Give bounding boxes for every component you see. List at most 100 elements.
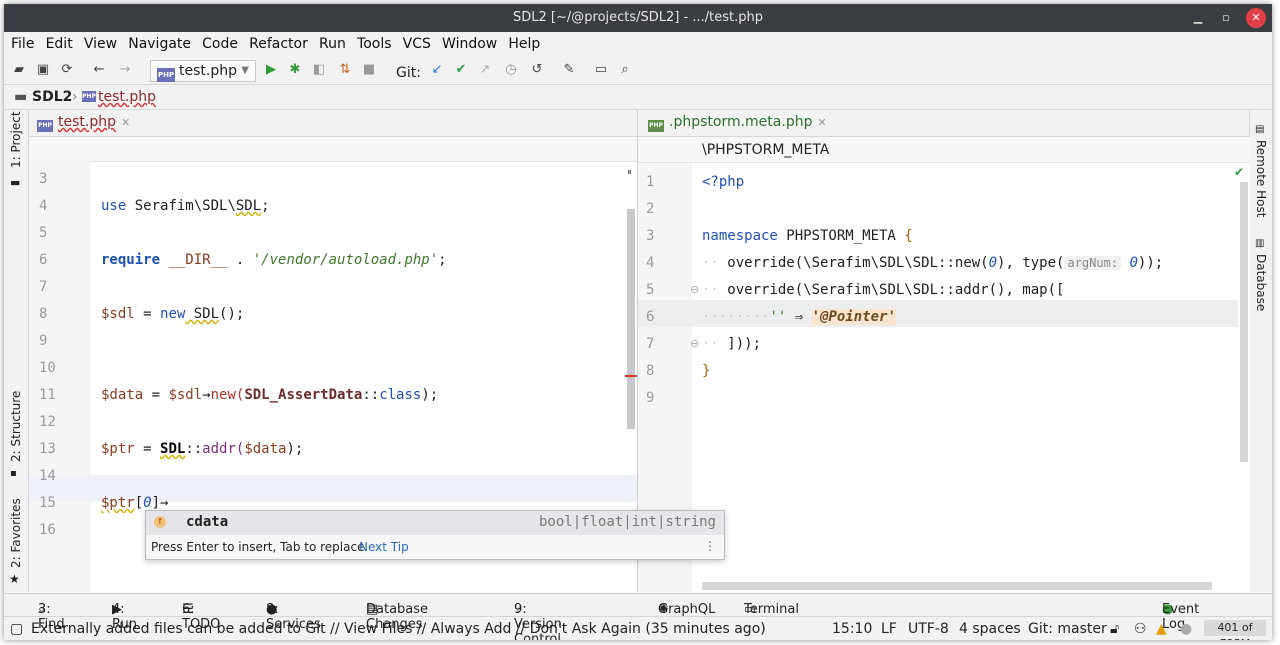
- scrollbar-thumb[interactable]: [1240, 182, 1248, 462]
- menu-edit[interactable]: Edit: [46, 36, 73, 52]
- fold-icon[interactable]: ⊖: [690, 283, 699, 296]
- remote-host-icon: ▤: [1255, 124, 1265, 135]
- git-commit-icon[interactable]: ✔: [452, 61, 470, 79]
- forward-icon[interactable]: →: [116, 61, 134, 79]
- settings-wrench-icon[interactable]: ✎: [560, 61, 578, 79]
- chevron-down-icon: ▼: [241, 65, 249, 76]
- close-icon[interactable]: ✕: [1246, 8, 1266, 28]
- menu-window[interactable]: Window: [442, 36, 497, 52]
- code-line-13: $ptr = SDL::addr($data);: [101, 441, 304, 457]
- tab-test-php[interactable]: PHP test.php ✕: [37, 114, 130, 132]
- caret-position[interactable]: 15:10: [832, 621, 872, 637]
- more-options-icon[interactable]: ⋮: [704, 539, 716, 553]
- chevron-right-icon: ›: [72, 89, 78, 105]
- pause-icon: ⏸: [627, 167, 632, 178]
- fold-icon[interactable]: ⊖: [690, 337, 699, 350]
- completion-footer: Press Enter to insert, Tab to replace: [151, 540, 365, 554]
- history-icon[interactable]: ◷: [502, 61, 520, 79]
- breadcrumb-file[interactable]: test.php: [98, 89, 156, 105]
- status-message[interactable]: Externally added files can be added to G…: [31, 621, 766, 637]
- menu-view[interactable]: View: [84, 36, 117, 52]
- line-separator[interactable]: LF: [881, 621, 897, 637]
- main-toolbar: ▰ ▣ ⟳ ← → PHP test.php ▼ ▶ ✱ ◧ ⇅ ■ Git: ↙ …: [4, 56, 1272, 85]
- menu-code[interactable]: Code: [202, 36, 238, 52]
- notification-icon[interactable]: ▲: [1156, 621, 1167, 637]
- menu-tools[interactable]: Tools: [357, 36, 392, 52]
- line-number: 16: [39, 522, 56, 538]
- tab-label: test.php: [58, 114, 116, 130]
- close-tab-icon[interactable]: ✕: [121, 116, 130, 129]
- project-tool-button[interactable]: 1: Project: [9, 111, 23, 168]
- terminal-window-icon[interactable]: ▭: [592, 61, 610, 79]
- line-number: 9: [646, 390, 655, 406]
- php-file-icon: PHP: [157, 68, 175, 82]
- run-config-select[interactable]: PHP test.php ▼: [150, 60, 256, 82]
- minimize-icon[interactable]: ▁: [1188, 8, 1208, 28]
- status-bar: ▢ Externally added files can be added to…: [4, 616, 1272, 640]
- bottom-tool-bar: ⌕ 3: Find ▶ 4: Run ☰ 6: TODO ● 8: Servic…: [4, 593, 1272, 640]
- line-number: 4: [39, 198, 48, 214]
- left-tool-strip: 1: Project ▬ 2: Structure ▪ 2: Favorites…: [4, 110, 29, 592]
- status-panel-icon[interactable]: ▢: [10, 621, 23, 637]
- next-tip-link[interactable]: Next Tip: [359, 540, 409, 554]
- namespace-breadcrumb[interactable]: \PHPSTORM_META: [702, 142, 829, 158]
- menu-vcs[interactable]: VCS: [403, 36, 431, 52]
- line-number: 6: [39, 252, 48, 268]
- stop-icon[interactable]: ■: [360, 61, 378, 79]
- menu-navigate[interactable]: Navigate: [128, 36, 191, 52]
- breadcrumb: ▬ SDL2 › PHP test.php: [4, 85, 1272, 110]
- favorites-tool-button[interactable]: 2: Favorites: [9, 498, 23, 568]
- indent-setting[interactable]: 4 spaces: [959, 621, 1021, 637]
- breadcrumb-project[interactable]: SDL2: [32, 89, 72, 105]
- line-number: 13: [39, 441, 56, 457]
- rollback-icon[interactable]: ↺: [528, 61, 546, 79]
- ide-window: SDL2 [~/@projects/SDL2] - .../test.php ▁…: [4, 4, 1272, 640]
- line-number: 8: [646, 363, 655, 379]
- line-number: 12: [39, 414, 56, 430]
- code-line-5: ·· override(\Serafim\SDL\SDL::addr(), ma…: [702, 282, 1065, 298]
- folder-icon: ▬: [14, 89, 28, 105]
- scrollbar-thumb[interactable]: [627, 209, 635, 429]
- sync-icon[interactable]: ⟳: [58, 61, 76, 79]
- database-icon: ▥: [1255, 238, 1265, 249]
- lock-icon[interactable]: 🔓︎: [1110, 621, 1119, 637]
- menu-run[interactable]: Run: [319, 36, 346, 52]
- menu-file[interactable]: File: [11, 36, 34, 52]
- remote-host-tool-button[interactable]: Remote Host: [1254, 140, 1268, 217]
- code-line-11: $data = $sdl→new(SDL_AssertData::class);: [101, 387, 439, 403]
- code-line-6: require __DIR__ . '/vendor/autoload.php'…: [101, 252, 447, 268]
- close-tab-icon[interactable]: ✕: [817, 116, 826, 129]
- editor-breadcrumb-area: \PHPSTORM_META: [638, 137, 1250, 163]
- save-icon[interactable]: ▣: [34, 61, 52, 79]
- completion-item-name: cdata: [186, 514, 229, 530]
- file-encoding[interactable]: UTF-8: [908, 621, 949, 637]
- star-icon: ★: [9, 572, 20, 586]
- tab-phpstorm-meta[interactable]: PHP .phpstorm.meta.php ✕: [648, 114, 827, 132]
- line-number: 1: [646, 174, 655, 190]
- debug-icon[interactable]: ✱: [286, 61, 304, 79]
- git-branch[interactable]: Git: master: [1028, 621, 1107, 637]
- git-push-icon[interactable]: ↗: [476, 61, 494, 79]
- coverage-icon[interactable]: ◧: [310, 61, 328, 79]
- inspector-icon[interactable]: ⚇: [1134, 621, 1147, 637]
- run-icon[interactable]: ▶: [262, 61, 280, 79]
- database-tool-button[interactable]: Database: [1254, 254, 1268, 311]
- search-icon[interactable]: ⌕: [616, 61, 634, 79]
- git-label: Git:: [396, 65, 421, 81]
- right-code-editor[interactable]: \PHPSTORM_META ✔ 1 2 3 4 5 6 7 8 9 ⊖ ⊖ <…: [638, 137, 1250, 592]
- menu-help[interactable]: Help: [508, 36, 540, 52]
- right-editor-tabs: PHP .phpstorm.meta.php ✕: [638, 110, 1250, 137]
- completion-item[interactable]: f cdata bool|float|int|string: [146, 511, 724, 535]
- structure-tool-button[interactable]: 2: Structure: [9, 391, 23, 462]
- git-update-icon[interactable]: ↙: [428, 61, 446, 79]
- maximize-icon[interactable]: ▫: [1216, 8, 1236, 28]
- open-folder-icon[interactable]: ▰: [10, 61, 28, 79]
- menu-refactor[interactable]: Refactor: [249, 36, 308, 52]
- rerun-icon[interactable]: ⇅: [336, 61, 354, 79]
- memory-indicator[interactable]: 401 of 725M: [1204, 620, 1266, 640]
- code-line-15[interactable]: $ptr[0]→_: [101, 495, 177, 511]
- line-number: 4: [646, 255, 655, 271]
- structure-icon: ▪: [10, 468, 17, 479]
- back-icon[interactable]: ←: [90, 61, 108, 79]
- horizontal-scrollbar[interactable]: [702, 582, 1212, 590]
